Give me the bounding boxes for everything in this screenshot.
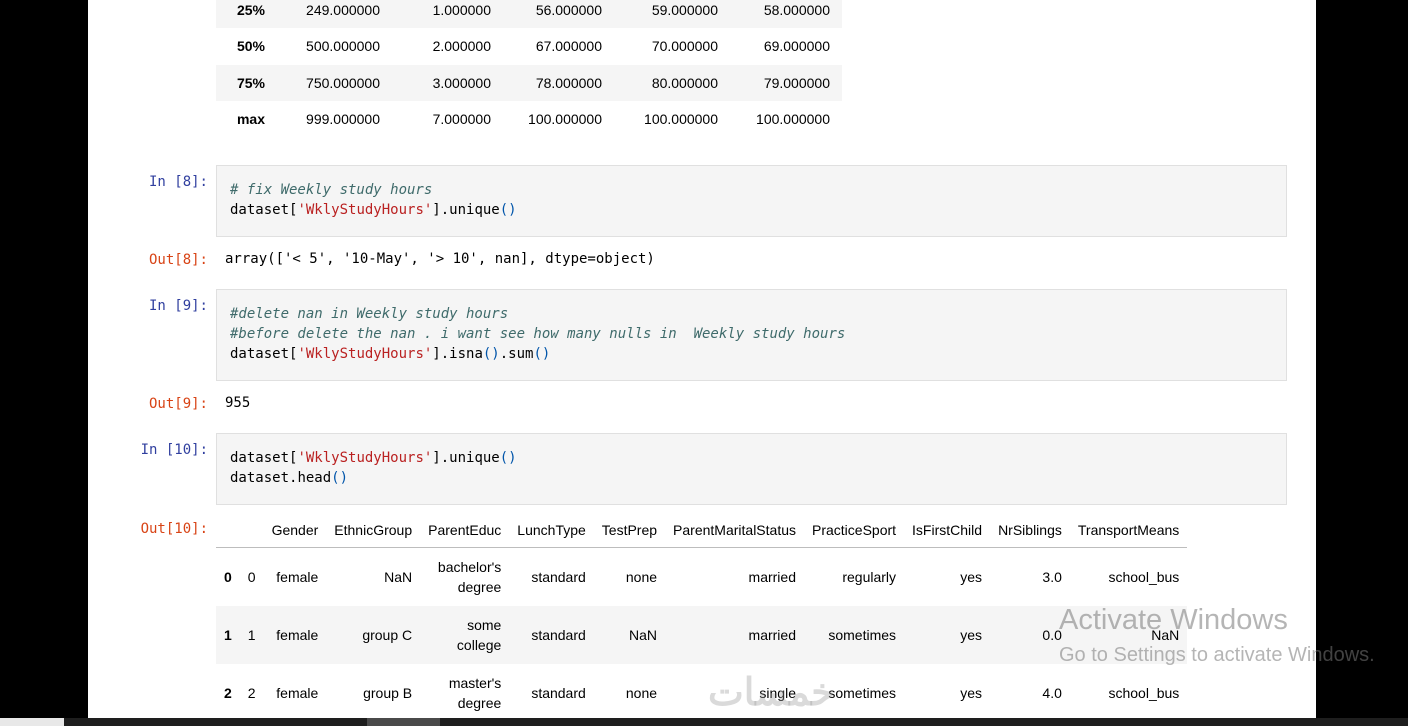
head-table: Gender EthnicGroup ParentEduc LunchType Test… bbox=[216, 513, 1188, 718]
describe-row-label: max bbox=[236, 111, 266, 128]
column-header: IsFirstChild bbox=[904, 513, 991, 548]
table-row: 2 2 female group B master's degree standard no… bbox=[216, 664, 1187, 718]
table-cell: NaN bbox=[629, 627, 658, 643]
table-cell: standard bbox=[531, 627, 586, 643]
table-cell: sometimes bbox=[828, 627, 897, 643]
describe-row: max 999.000000 7.000000 100.000000 100.00000… bbox=[216, 101, 842, 137]
describe-cell: 67.000000 bbox=[535, 38, 602, 55]
describe-cell: 58.000000 bbox=[763, 2, 830, 19]
activate-windows-title: Activate Windows bbox=[1059, 604, 1288, 636]
table-cell: 2 bbox=[224, 685, 232, 701]
column-header: LunchType bbox=[509, 513, 594, 548]
column-header: Gender bbox=[263, 513, 327, 548]
table-cell: 0 bbox=[247, 569, 256, 585]
describe-row: 75% 750.000000 3.000000 78.000000 80.000000 7… bbox=[216, 64, 842, 101]
table-cell: 4.0 bbox=[1042, 685, 1062, 701]
table-cell: NaN bbox=[384, 569, 413, 585]
cell8-out-prompt: Out[8]: bbox=[148, 252, 208, 268]
cell9-output: 955 bbox=[225, 395, 251, 411]
cell9-in-prompt: In [9]: bbox=[148, 298, 208, 314]
table-cell: 1 bbox=[224, 627, 232, 643]
cell8-in-prompt: In [8]: bbox=[148, 174, 208, 190]
describe-cell: 1.000000 bbox=[432, 2, 491, 19]
taskbar-active-app[interactable] bbox=[367, 718, 440, 726]
cell9-out-prompt: Out[9]: bbox=[148, 396, 208, 412]
table-cell: regularly bbox=[842, 569, 897, 585]
describe-cell: 69.000000 bbox=[763, 38, 830, 55]
describe-row: 50% 500.000000 2.000000 67.000000 70.000000 6… bbox=[216, 28, 842, 64]
column-header bbox=[216, 513, 240, 548]
table-cell: female bbox=[276, 627, 319, 643]
table-cell: yes bbox=[960, 569, 983, 585]
table-cell: 2 bbox=[247, 685, 256, 701]
describe-cell: 100.000000 bbox=[644, 111, 718, 128]
column-header: TestPrep bbox=[593, 513, 666, 548]
taskbar-start-area[interactable] bbox=[0, 718, 64, 726]
describe-cell: 249.000000 bbox=[306, 2, 380, 19]
table-cell: standard bbox=[531, 569, 586, 585]
site-watermark-logo: خمسات bbox=[708, 672, 835, 714]
cell8-code-editor[interactable]: # fix Weekly study hours dataset['WklySt… bbox=[216, 165, 1287, 237]
describe-cell: 100.000000 bbox=[528, 111, 602, 128]
table-cell: yes bbox=[960, 685, 983, 701]
table-cell: some college bbox=[456, 617, 502, 653]
describe-table: 25% 249.000000 1.000000 56.000000 59.000000 5… bbox=[216, 0, 842, 137]
column-header: NrSiblings bbox=[990, 513, 1070, 548]
table-cell: 3.0 bbox=[1042, 569, 1062, 585]
table-cell: none bbox=[625, 685, 658, 701]
table-cell: bachelor's degree bbox=[437, 559, 502, 595]
taskbar bbox=[64, 718, 1408, 726]
column-header: EthnicGroup bbox=[326, 513, 421, 548]
table-cell: yes bbox=[960, 627, 983, 643]
cell10-out-prompt: Out[10]: bbox=[140, 521, 208, 537]
table-cell: female bbox=[276, 569, 319, 585]
table-cell: female bbox=[276, 685, 319, 701]
describe-row-label: 75% bbox=[236, 74, 266, 91]
describe-cell: 79.000000 bbox=[763, 74, 830, 91]
table-cell: married bbox=[748, 569, 796, 585]
table-cell: standard bbox=[531, 685, 586, 701]
table-cell: school_bus bbox=[1108, 569, 1180, 585]
describe-cell: 78.000000 bbox=[535, 74, 602, 91]
table-cell: group C bbox=[362, 627, 413, 643]
code-comment: # fix Weekly study hours bbox=[230, 182, 433, 198]
cell8-output: array(['< 5', '10-May', '> 10', nan], dt… bbox=[225, 251, 655, 267]
describe-cell: 2.000000 bbox=[432, 38, 491, 55]
describe-row-label: 50% bbox=[236, 38, 266, 55]
table-cell: 1 bbox=[247, 627, 256, 643]
table-cell: school_bus bbox=[1108, 685, 1180, 701]
describe-cell: 80.000000 bbox=[651, 74, 718, 91]
table-row: 0 0 female NaN bachelor's degree standard none… bbox=[216, 548, 1187, 607]
table-row: 1 1 female group C some college standard NaN ma… bbox=[216, 606, 1188, 664]
describe-cell: 56.000000 bbox=[535, 2, 602, 19]
describe-row: 25% 249.000000 1.000000 56.000000 59.000000 5… bbox=[216, 0, 842, 29]
describe-cell: 70.000000 bbox=[651, 38, 718, 55]
describe-cell: 999.000000 bbox=[306, 111, 380, 128]
describe-cell: 7.000000 bbox=[432, 111, 491, 128]
describe-cell: 500.000000 bbox=[306, 38, 380, 55]
activate-windows-subtitle: Go to Settings to activate Windows. bbox=[1059, 644, 1375, 666]
column-header: ParentMaritalStatus bbox=[665, 513, 804, 548]
column-header: PracticeSport bbox=[804, 513, 905, 548]
table-cell: married bbox=[748, 627, 796, 643]
describe-cell: 59.000000 bbox=[651, 2, 718, 19]
cell9-code-editor[interactable]: #delete nan in Weekly study hours #befor… bbox=[216, 289, 1287, 381]
table-cell: 0.0 bbox=[1042, 627, 1062, 643]
column-header bbox=[239, 513, 264, 548]
table-cell: group B bbox=[363, 685, 413, 701]
column-header: ParentEduc bbox=[420, 513, 510, 548]
table-cell: none bbox=[625, 569, 658, 585]
describe-cell: 750.000000 bbox=[306, 74, 380, 91]
describe-cell: 100.000000 bbox=[756, 111, 830, 128]
table-cell: 0 bbox=[224, 569, 232, 585]
describe-row-label: 25% bbox=[236, 2, 266, 19]
describe-cell: 3.000000 bbox=[432, 74, 491, 91]
cell10-in-prompt: In [10]: bbox=[140, 442, 208, 458]
table-cell: master's degree bbox=[448, 675, 502, 711]
cell10-code-editor[interactable]: dataset['WklyStudyHours'].unique() datas… bbox=[216, 433, 1287, 505]
column-header: TransportMeans bbox=[1069, 513, 1188, 548]
